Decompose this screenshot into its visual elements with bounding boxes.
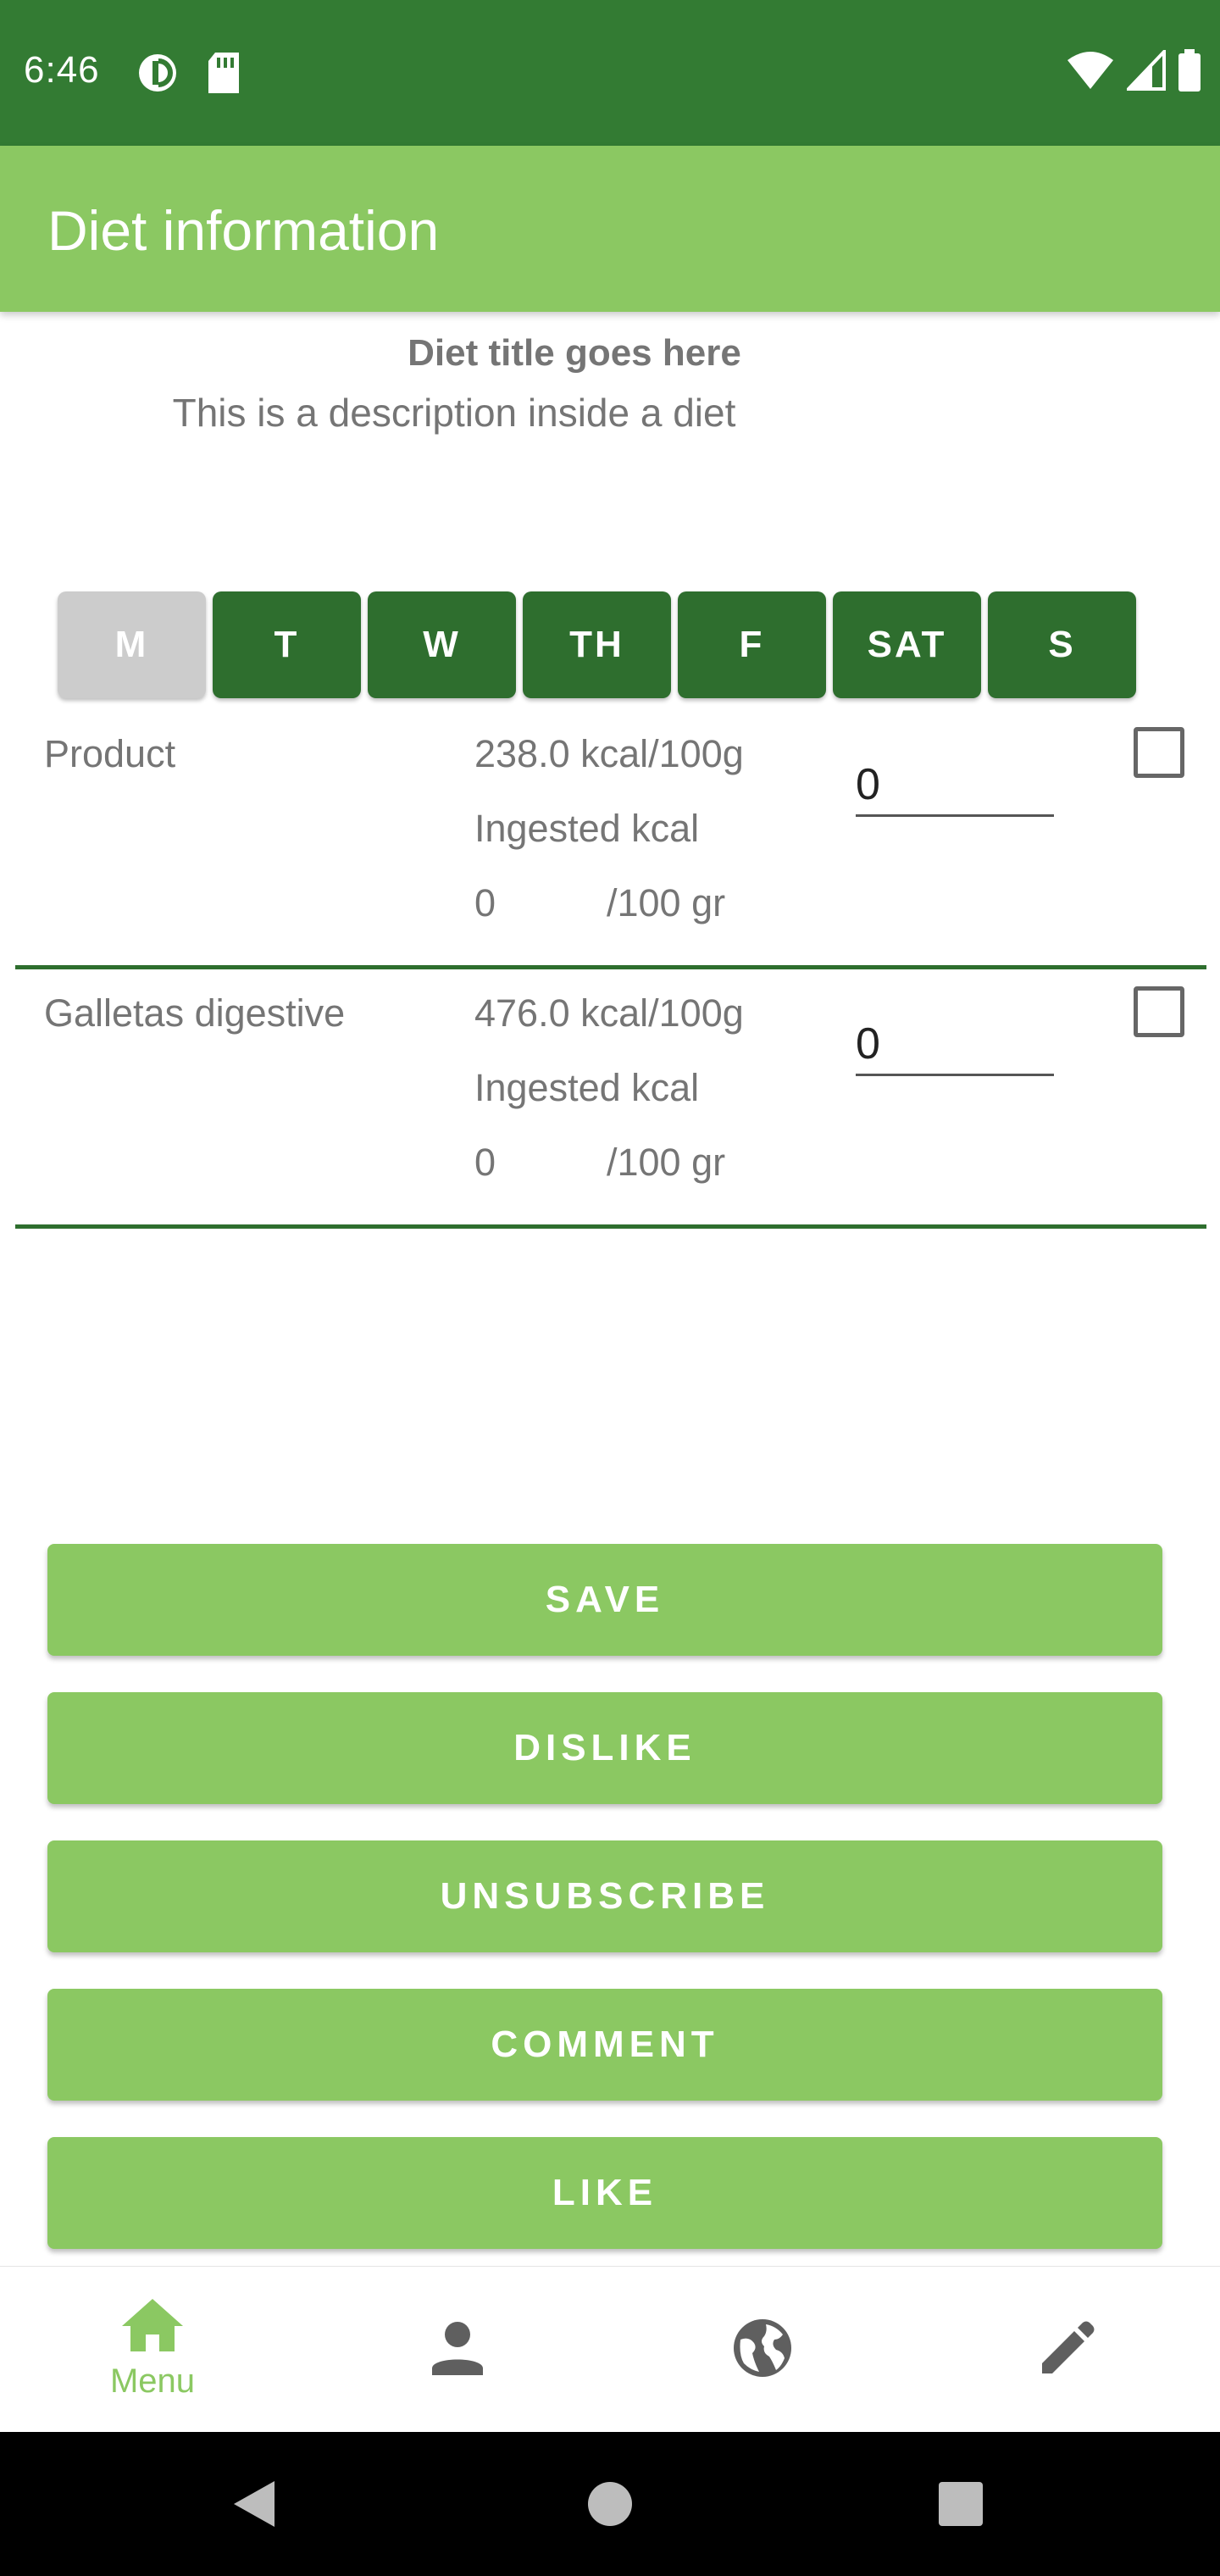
nav-label-menu: Menu bbox=[109, 2362, 196, 2400]
day-button-friday[interactable]: F bbox=[678, 591, 826, 698]
status-time: 6:46 bbox=[24, 49, 100, 91]
save-button[interactable]: SAVE bbox=[47, 1544, 1162, 1656]
ingested-kcal-value: 0 bbox=[474, 1141, 496, 1184]
back-icon[interactable] bbox=[203, 2432, 305, 2576]
nav-item-profile[interactable] bbox=[305, 2267, 610, 2433]
sd-card-icon bbox=[205, 51, 242, 99]
like-button[interactable]: LIKE bbox=[47, 2137, 1162, 2249]
system-navigation-bar bbox=[0, 2432, 1220, 2576]
status-bar: 6:46 bbox=[0, 0, 1220, 146]
day-button-saturday[interactable]: SAT bbox=[833, 591, 981, 698]
bottom-navigation: Menu bbox=[0, 2266, 1220, 2432]
day-selector: M T W TH F SAT S bbox=[58, 591, 1136, 698]
app-bar: Diet information bbox=[0, 146, 1220, 312]
unsubscribe-button[interactable]: UNSUBSCRIBE bbox=[47, 1840, 1162, 1952]
nav-item-edit[interactable] bbox=[915, 2267, 1220, 2433]
person-icon bbox=[430, 2321, 485, 2379]
product-name: Product bbox=[44, 732, 176, 775]
product-row: Galletas digestive 476.0 kcal/100g Inges… bbox=[15, 969, 1206, 1229]
per-unit-label: /100 gr bbox=[607, 881, 726, 924]
product-name: Galletas digestive bbox=[44, 991, 346, 1035]
day-button-monday[interactable]: M bbox=[58, 591, 206, 698]
diet-title: Diet title goes here bbox=[408, 332, 741, 374]
diet-description: This is a description inside a diet bbox=[172, 391, 736, 435]
product-kcal: 238.0 kcal/100g bbox=[474, 732, 744, 775]
data-saver-icon bbox=[136, 51, 180, 99]
comment-button[interactable]: COMMENT bbox=[47, 1989, 1162, 2101]
ingested-kcal-label: Ingested kcal bbox=[474, 1066, 700, 1109]
day-button-tuesday[interactable]: T bbox=[213, 591, 361, 698]
ingested-kcal-label: Ingested kcal bbox=[474, 807, 700, 850]
nav-item-menu[interactable]: Menu bbox=[0, 2267, 305, 2433]
day-button-sunday[interactable]: S bbox=[988, 591, 1136, 698]
signal-icon bbox=[1124, 47, 1166, 95]
edit-pencil-icon bbox=[1040, 2321, 1095, 2379]
ingested-kcal-value: 0 bbox=[474, 881, 496, 924]
recents-square-icon[interactable] bbox=[910, 2432, 1012, 2576]
home-circle-icon[interactable] bbox=[559, 2432, 661, 2576]
product-checkbox[interactable] bbox=[1134, 986, 1184, 1037]
per-unit-label: /100 gr bbox=[607, 1141, 726, 1184]
day-button-wednesday[interactable]: W bbox=[368, 591, 516, 698]
dislike-button[interactable]: DISLIKE bbox=[47, 1692, 1162, 1804]
product-kcal: 476.0 kcal/100g bbox=[474, 991, 744, 1035]
product-checkbox[interactable] bbox=[1134, 727, 1184, 778]
home-icon bbox=[122, 2299, 183, 2357]
wifi-icon bbox=[1066, 50, 1115, 95]
battery-icon bbox=[1178, 49, 1201, 96]
amount-input[interactable] bbox=[856, 754, 1054, 817]
product-row: Product 238.0 kcal/100g Ingested kcal 0 … bbox=[15, 710, 1206, 969]
amount-input[interactable] bbox=[856, 1013, 1054, 1076]
nav-item-explore[interactable] bbox=[610, 2267, 915, 2433]
day-button-thursday[interactable]: TH bbox=[523, 591, 671, 698]
page-title: Diet information bbox=[47, 199, 440, 262]
globe-icon bbox=[732, 2318, 793, 2383]
